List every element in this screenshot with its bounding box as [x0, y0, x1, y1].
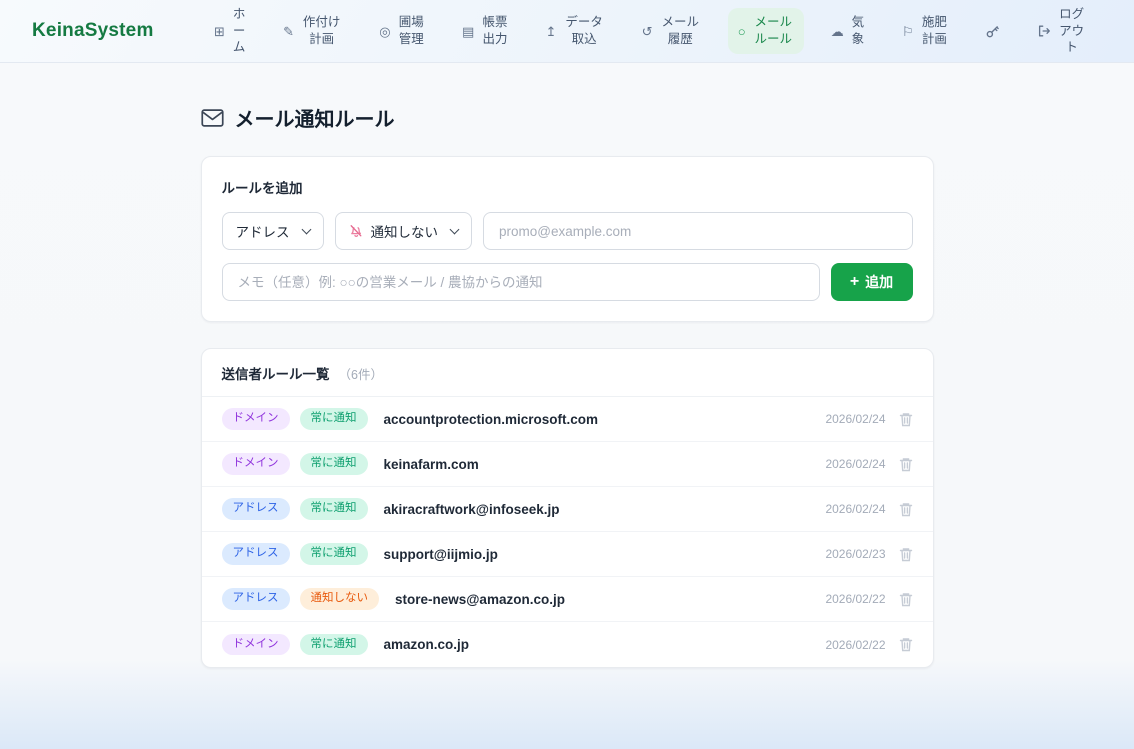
chevron-down-icon	[301, 224, 311, 234]
brand-logo[interactable]: KeinaSystem	[32, 20, 154, 42]
bell-slash-icon	[349, 224, 363, 238]
plus-icon: +	[850, 274, 859, 290]
delete-rule-button[interactable]	[899, 637, 913, 652]
add-rule-button[interactable]: + 追加	[831, 263, 913, 301]
address-input[interactable]	[483, 212, 913, 250]
home-icon: ⊞	[214, 25, 225, 38]
nav-label: 帳票出力	[481, 14, 509, 48]
delete-rule-button[interactable]	[899, 502, 913, 517]
rule-value: support@iijmio.jp	[384, 547, 498, 562]
rule-type-badge: ドメイン	[222, 453, 290, 475]
rule-action-badge: 常に通知	[300, 543, 368, 565]
main-nav: ⊞ ホーム ✎ 作付け計画 ◎ 圃場管理 ▤ 帳票出力 ↥ データ取込 ↺ メー…	[196, 0, 1104, 62]
report-icon: ▤	[462, 25, 474, 38]
delete-rule-button[interactable]	[899, 592, 913, 607]
nav-item-mail-rules[interactable]: ○ メールルール	[728, 8, 804, 54]
add-rule-row-1: アドレス 通知しない	[222, 212, 913, 250]
nav-label: メール履歴	[660, 14, 701, 48]
nav-item-mail-history[interactable]: ↺ メール履歴	[632, 8, 711, 54]
add-rule-row-2: + 追加	[222, 263, 913, 301]
rules-list-header: 送信者ルール一覧 （6件）	[202, 349, 933, 397]
page-title-text: メール通知ルール	[235, 103, 395, 132]
nav-label: 気象	[851, 14, 865, 48]
upload-icon: ↥	[546, 25, 557, 38]
rule-type-select[interactable]: アドレス	[222, 212, 324, 250]
fertilizer-icon: ⚐	[902, 25, 914, 38]
rule-type-badge: アドレス	[222, 588, 290, 610]
rule-row: アドレス 常に通知 support@iijmio.jp 2026/02/23	[202, 532, 933, 577]
rules-icon: ○	[738, 25, 746, 38]
add-button-label: 追加	[865, 272, 893, 292]
nav-label: ホーム	[232, 6, 246, 57]
rule-row: ドメイン 常に通知 keinafarm.com 2026/02/24	[202, 442, 933, 487]
add-rule-heading: ルールを追加	[222, 177, 913, 197]
delete-rule-button[interactable]	[899, 412, 913, 427]
delete-rule-button[interactable]	[899, 547, 913, 562]
rule-value: store-news@amazon.co.jp	[395, 592, 565, 607]
nav-item-fertilization-plan[interactable]: ⚐ 施肥計画	[892, 8, 958, 54]
nav-item-home[interactable]: ⊞ ホーム	[204, 0, 256, 62]
nav-item-weather[interactable]: ☁ 気象	[821, 8, 875, 54]
mail-envelope-icon	[201, 109, 224, 127]
rule-action-badge: 通知しない	[300, 588, 380, 610]
nav-item-data-import[interactable]: ↥ データ取込	[536, 8, 615, 54]
weather-icon: ☁	[831, 25, 844, 38]
nav-label: 作付け計画	[301, 14, 342, 48]
nav-label: 圃場管理	[398, 14, 426, 48]
rule-action-badge: 常に通知	[300, 634, 368, 656]
nav-item-logout[interactable]: ログアウト	[1027, 0, 1096, 62]
logout-icon	[1037, 24, 1051, 38]
nav-item-field-management[interactable]: ◎ 圃場管理	[369, 8, 435, 54]
rule-type-value: アドレス	[236, 221, 290, 241]
rule-type-badge: ドメイン	[222, 634, 290, 656]
rule-type-badge: アドレス	[222, 498, 290, 520]
chevron-down-icon	[450, 224, 460, 234]
rule-type-badge: アドレス	[222, 543, 290, 565]
planting-icon: ✎	[283, 25, 294, 38]
nav-label: データ取込	[564, 14, 605, 48]
rule-value: accountprotection.microsoft.com	[384, 412, 599, 427]
rule-date: 2026/02/24	[825, 502, 885, 516]
top-navigation-bar: KeinaSystem ⊞ ホーム ✎ 作付け計画 ◎ 圃場管理 ▤ 帳票出力 …	[0, 0, 1134, 63]
rules-count-badge: （6件）	[339, 364, 383, 383]
memo-input[interactable]	[222, 263, 820, 301]
rules-list-title: 送信者ルール一覧	[222, 363, 330, 383]
rule-value: akiracraftwork@infoseek.jp	[384, 502, 560, 517]
rule-date: 2026/02/23	[825, 547, 885, 561]
nav-label: ログアウト	[1058, 6, 1086, 57]
rule-row: ドメイン 常に通知 accountprotection.microsoft.co…	[202, 397, 933, 442]
rule-date: 2026/02/22	[825, 638, 885, 652]
rule-action-badge: 常に通知	[300, 498, 368, 520]
key-icon	[985, 24, 1000, 39]
rule-date: 2026/02/22	[825, 592, 885, 606]
rule-action-select[interactable]: 通知しない	[335, 212, 473, 250]
nav-item-key[interactable]	[975, 18, 1010, 45]
rule-row: ドメイン 常に通知 amazon.co.jp 2026/02/22	[202, 622, 933, 667]
nav-item-planting-plan[interactable]: ✎ 作付け計画	[273, 8, 352, 54]
rule-action-value: 通知しない	[371, 221, 439, 241]
nav-item-report-output[interactable]: ▤ 帳票出力	[452, 8, 519, 54]
main-content: メール通知ルール ルールを追加 アドレス 通知しない	[201, 63, 934, 668]
rule-date: 2026/02/24	[825, 457, 885, 471]
rule-action-badge: 常に通知	[300, 453, 368, 475]
page-title: メール通知ルール	[201, 103, 934, 132]
rule-action-badge: 常に通知	[300, 408, 368, 430]
rule-row: アドレス 通知しない store-news@amazon.co.jp 2026/…	[202, 577, 933, 622]
rule-row: アドレス 常に通知 akiracraftwork@infoseek.jp 202…	[202, 487, 933, 532]
rule-type-badge: ドメイン	[222, 408, 290, 430]
rule-date: 2026/02/24	[825, 412, 885, 426]
nav-label: メールルール	[753, 14, 794, 48]
nav-label: 施肥計画	[921, 14, 949, 48]
rule-value: amazon.co.jp	[384, 637, 470, 652]
field-pin-icon: ◎	[379, 25, 390, 38]
delete-rule-button[interactable]	[899, 457, 913, 472]
history-icon: ↺	[642, 25, 653, 38]
rule-value: keinafarm.com	[384, 457, 479, 472]
add-rule-card: ルールを追加 アドレス 通知しない	[201, 156, 934, 322]
sender-rules-card: 送信者ルール一覧 （6件） ドメイン 常に通知 accountprotectio…	[201, 348, 934, 668]
